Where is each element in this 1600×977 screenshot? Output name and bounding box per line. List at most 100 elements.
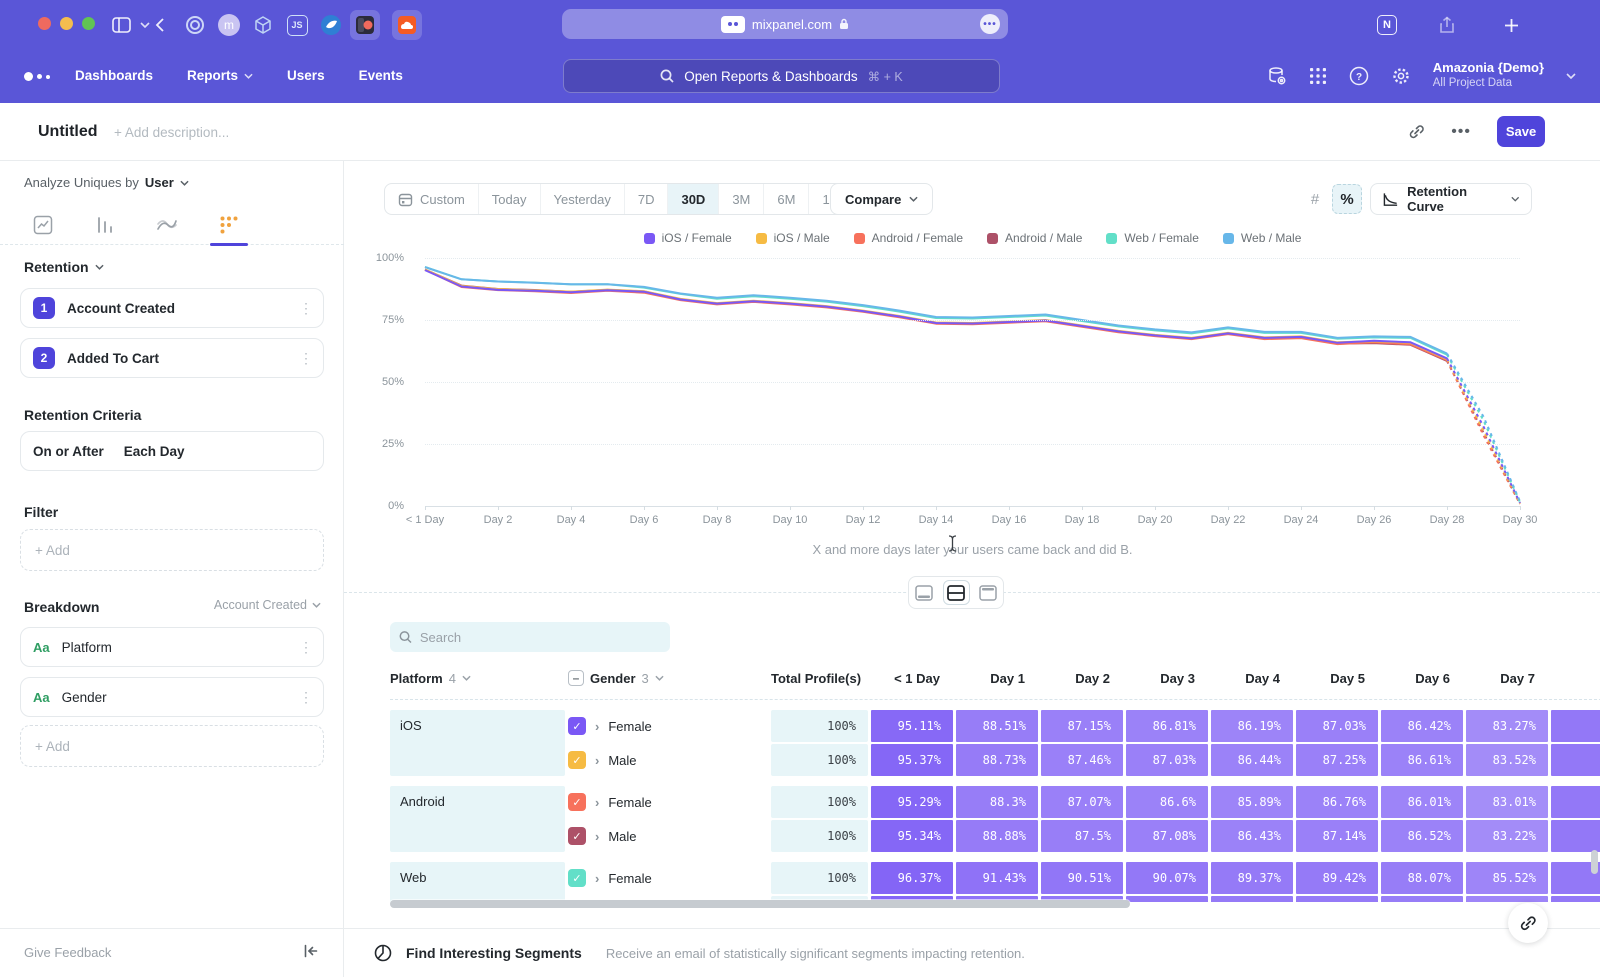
retention-value-cell[interactable]: 86.19% xyxy=(1211,710,1293,742)
apps-grid-icon[interactable] xyxy=(1309,67,1327,85)
segment-checkbox[interactable]: ✓ xyxy=(568,827,586,845)
sidebar-toggle-icon[interactable] xyxy=(108,12,134,38)
retention-value-cell[interactable]: 86.44% xyxy=(1211,744,1293,776)
retention-value-cell[interactable]: 89.43% xyxy=(1211,896,1293,902)
retention-value-cell[interactable]: 83.22% xyxy=(1466,820,1548,852)
retention-value-cell[interactable]: 87.5% xyxy=(1041,820,1123,852)
org-switcher[interactable]: Amazonia {Demo} All Project Data xyxy=(1433,60,1544,91)
kebab-menu-icon[interactable]: ⋮ xyxy=(299,644,313,651)
retention-value-cell[interactable]: 95.34% xyxy=(871,820,953,852)
url-bar[interactable]: mixpanel.com ••• xyxy=(562,9,1008,39)
add-breakdown-button[interactable]: + Add xyxy=(20,725,324,767)
segment-checkbox[interactable]: ✓ xyxy=(568,751,586,769)
tab-cube-icon[interactable] xyxy=(250,12,276,38)
retention-value-cell[interactable]: 83.01% xyxy=(1466,786,1548,818)
chart-type-selector[interactable]: Retention Curve xyxy=(1370,183,1532,215)
expand-chevron-icon[interactable]: › xyxy=(595,795,599,810)
save-button[interactable]: Save xyxy=(1497,116,1545,147)
segment-checkbox[interactable]: ✓ xyxy=(568,793,586,811)
retention-value-cell[interactable]: 95.29% xyxy=(871,786,953,818)
retention-value-cell[interactable]: 89.42% xyxy=(1296,862,1378,894)
retention-value-cell[interactable]: 85.89% xyxy=(1211,786,1293,818)
layout-table-only-button[interactable] xyxy=(975,580,1002,605)
retention-value-cell[interactable]: 83.27% xyxy=(1466,710,1548,742)
window-zoom-button[interactable] xyxy=(82,17,95,30)
range-button-7d[interactable]: 7D xyxy=(625,184,669,214)
breakdown-gender[interactable]: Aa Gender ⋮ xyxy=(20,677,324,717)
retention-value-cell[interactable]: 87.25% xyxy=(1296,744,1378,776)
retention-value-cell[interactable]: 88.51% xyxy=(956,710,1038,742)
kebab-menu-icon[interactable]: ⋮ xyxy=(299,355,313,362)
retention-value-cell[interactable]: 86.52% xyxy=(1381,820,1463,852)
retention-value-cell[interactable]: 88.3% xyxy=(956,786,1038,818)
platform-cell[interactable]: Android xyxy=(390,786,565,852)
tab-target-icon[interactable] xyxy=(182,12,208,38)
segment-checkbox[interactable]: ✓ xyxy=(568,869,586,887)
vertical-scrollbar[interactable] xyxy=(1591,850,1598,874)
retention-value-cell[interactable]: 90.01% xyxy=(1126,896,1208,902)
platform-cell[interactable]: Web xyxy=(390,862,565,902)
retention-section-header[interactable]: Retention xyxy=(24,259,104,275)
retention-value-cell[interactable]: 96.37% xyxy=(871,862,953,894)
retention-value-cell[interactable]: 87.14% xyxy=(1296,820,1378,852)
layout-chart-only-button[interactable] xyxy=(911,580,938,605)
retention-value-cell[interactable]: 86.01% xyxy=(1381,786,1463,818)
tab-flows[interactable] xyxy=(148,205,186,245)
compare-button[interactable]: Compare xyxy=(830,183,933,215)
legend-item[interactable]: iOS / Female xyxy=(644,231,732,245)
legend-item[interactable]: Android / Male xyxy=(987,231,1082,245)
retention-value-cell[interactable]: 86.43% xyxy=(1211,820,1293,852)
range-button-custom[interactable]: Custom xyxy=(385,184,479,214)
legend-item[interactable]: Android / Female xyxy=(854,231,963,245)
retention-value-cell[interactable]: 87.15% xyxy=(1041,710,1123,742)
table-search-input[interactable] xyxy=(420,630,661,645)
retention-value-cell[interactable]: 88.88% xyxy=(956,820,1038,852)
retention-chart[interactable] xyxy=(425,258,1520,506)
notion-extension-icon[interactable]: N xyxy=(1374,12,1400,38)
indeterminate-checkbox[interactable]: – xyxy=(568,670,584,686)
retention-value-cell[interactable]: 89.37% xyxy=(1211,862,1293,894)
global-search[interactable]: Open Reports & Dashboards ⌘ + K xyxy=(563,59,1000,93)
tab-retention[interactable] xyxy=(210,205,248,245)
tab-soundcloud-icon[interactable] xyxy=(392,10,422,40)
retention-value-cell[interactable]: 88.34% xyxy=(1381,896,1463,902)
retention-value-cell[interactable]: 85.52% xyxy=(1466,862,1548,894)
layout-split-button[interactable] xyxy=(943,580,970,605)
new-tab-icon[interactable] xyxy=(1498,12,1524,38)
window-minimize-button[interactable] xyxy=(60,17,73,30)
kebab-menu-icon[interactable]: ⋮ xyxy=(299,305,313,312)
collapse-sidebar-icon[interactable] xyxy=(303,943,319,959)
url-more-icon[interactable]: ••• xyxy=(980,14,1000,34)
legend-item[interactable]: Web / Male xyxy=(1223,231,1301,245)
criteria-interval[interactable]: Each Day xyxy=(124,444,185,459)
nav-item-users[interactable]: Users xyxy=(287,68,325,83)
nav-item-dashboards[interactable]: Dashboards xyxy=(75,68,153,83)
tab-notebook-icon[interactable] xyxy=(350,10,380,40)
retention-value-cell[interactable]: 87.08% xyxy=(1126,820,1208,852)
kebab-menu-icon[interactable]: ⋮ xyxy=(299,694,313,701)
legend-item[interactable]: Web / Female xyxy=(1106,231,1198,245)
find-segments-control[interactable]: Find Interesting Segments Receive an ema… xyxy=(374,929,1025,977)
give-feedback-link[interactable]: Give Feedback xyxy=(24,945,111,960)
report-description-placeholder[interactable]: + Add description... xyxy=(114,125,229,140)
expand-chevron-icon[interactable]: › xyxy=(595,871,599,886)
retention-value-cell[interactable]: 88.07% xyxy=(1381,862,1463,894)
segment-checkbox[interactable]: ✓ xyxy=(568,717,586,735)
retention-value-cell[interactable]: 88.73% xyxy=(956,744,1038,776)
tab-funnels[interactable] xyxy=(86,205,124,245)
retention-value-cell[interactable]: 87.46% xyxy=(1041,744,1123,776)
range-button-today[interactable]: Today xyxy=(479,184,541,214)
range-button-30d[interactable]: 30D xyxy=(668,184,719,214)
event-step-1[interactable]: 1 Account Created ⋮ xyxy=(20,288,324,328)
add-filter-button[interactable]: + Add xyxy=(20,529,324,571)
event-step-2[interactable]: 2 Added To Cart ⋮ xyxy=(20,338,324,378)
legend-item[interactable]: iOS / Male xyxy=(756,231,830,245)
expand-chevron-icon[interactable]: › xyxy=(595,719,599,734)
retention-value-cell[interactable]: 87.07% xyxy=(1041,786,1123,818)
table-header-gender[interactable]: –Gender3 xyxy=(568,670,768,686)
retention-value-cell[interactable]: 87.03% xyxy=(1126,744,1208,776)
retention-value-cell[interactable]: 86.42% xyxy=(1381,710,1463,742)
retention-value-cell[interactable]: 90.51% xyxy=(1041,862,1123,894)
more-options-icon[interactable]: ••• xyxy=(1451,123,1471,141)
back-icon[interactable] xyxy=(146,12,172,38)
